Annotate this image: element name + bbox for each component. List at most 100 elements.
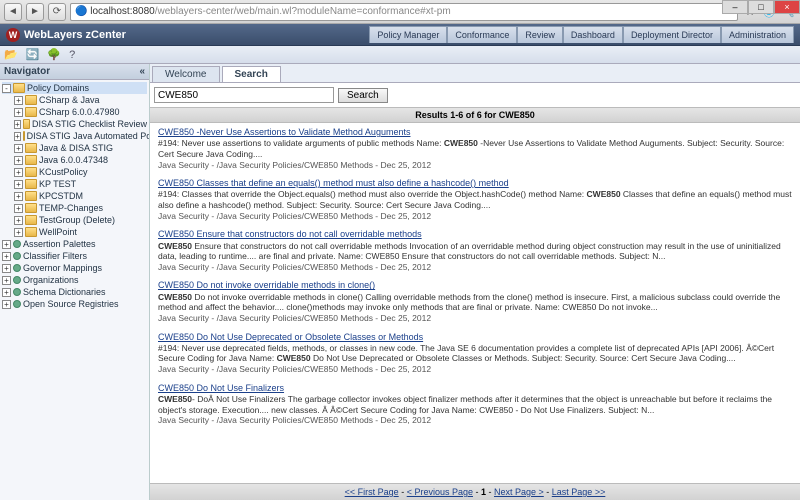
pager-current: 1	[481, 487, 486, 497]
result-title-link[interactable]: CWE850 Classes that define an equals() m…	[158, 178, 509, 188]
expand-toggle-icon[interactable]: +	[14, 216, 23, 225]
search-result: CWE850 -Never Use Assertions to Validate…	[158, 127, 792, 170]
tab-policy-manager[interactable]: Policy Manager	[369, 26, 447, 43]
close-button[interactable]: ×	[774, 0, 800, 14]
back-button[interactable]: ◄	[4, 3, 22, 21]
search-bar: Search	[150, 83, 800, 107]
tree-item[interactable]: +Classifier Filters	[2, 250, 147, 262]
expand-toggle-icon[interactable]: +	[2, 264, 11, 273]
result-path: Java Security - /Java Security Policies/…	[158, 415, 792, 426]
expand-toggle-icon[interactable]: +	[14, 156, 23, 165]
expand-toggle-icon[interactable]: +	[14, 228, 23, 237]
tree-item[interactable]: +KP TEST	[2, 178, 147, 190]
result-path: Java Security - /Java Security Policies/…	[158, 313, 792, 324]
pager-last[interactable]: Last Page >>	[552, 487, 606, 497]
tree-item[interactable]: +DISA STIG Checklist Review	[2, 118, 147, 130]
pager-next[interactable]: Next Page >	[494, 487, 544, 497]
tree-item[interactable]: +KPCSTDM	[2, 190, 147, 202]
expand-toggle-icon[interactable]: +	[14, 96, 23, 105]
tab-deployment-director[interactable]: Deployment Director	[623, 26, 721, 43]
expand-toggle-icon[interactable]: +	[2, 300, 11, 309]
expand-toggle-icon[interactable]: +	[2, 288, 11, 297]
expand-toggle-icon[interactable]: +	[14, 204, 23, 213]
toolbar-help-icon[interactable]: ?	[69, 49, 75, 61]
expand-toggle-icon[interactable]: +	[14, 132, 21, 141]
expand-toggle-icon[interactable]: +	[2, 252, 11, 261]
tree-item[interactable]: + DISA STIG Java Automated Policies v	[2, 130, 147, 142]
pager-prev[interactable]: < Previous Page	[407, 487, 473, 497]
expand-toggle-icon[interactable]: +	[14, 192, 23, 201]
navigator-title: Navigator	[4, 66, 50, 77]
folder-icon	[25, 143, 37, 153]
tree-item[interactable]: +Assertion Palettes	[2, 238, 147, 250]
expand-toggle-icon[interactable]: +	[14, 108, 23, 117]
result-title-link[interactable]: CWE850 -Never Use Assertions to Validate…	[158, 127, 410, 137]
tree-item[interactable]: + TestGroup (Delete)	[2, 214, 147, 226]
search-input[interactable]	[154, 87, 334, 103]
expand-toggle-icon[interactable]: +	[14, 168, 23, 177]
node-icon	[13, 300, 21, 308]
search-button[interactable]: Search	[338, 88, 388, 103]
address-bar[interactable]: 🔵 localhost:8080 /weblayers-center/web/m…	[70, 3, 738, 21]
expand-toggle-icon[interactable]: +	[14, 144, 23, 153]
top-navigation: Policy Manager Conformance Review Dashbo…	[369, 26, 794, 43]
tree-label: Organizations	[23, 275, 79, 285]
result-title-link[interactable]: CWE850 Ensure that constructors do not c…	[158, 229, 422, 239]
forward-button[interactable]: ►	[26, 3, 44, 21]
search-result: CWE850 Classes that define an equals() m…	[158, 178, 792, 221]
reload-button[interactable]: ⟳	[48, 3, 66, 21]
tab-review[interactable]: Review	[517, 26, 563, 43]
tab-dashboard[interactable]: Dashboard	[563, 26, 623, 43]
tree-label: CSharp 6.0.0.47980	[39, 107, 120, 117]
result-title-link[interactable]: CWE850 Do not invoke overridable methods…	[158, 280, 375, 290]
url-host: localhost:8080	[90, 6, 155, 17]
expand-toggle-icon[interactable]: +	[14, 180, 23, 189]
toolbar-tree-icon[interactable]: 🌳	[47, 48, 61, 61]
tree-label: TEMP-Changes	[39, 203, 103, 213]
tree-item[interactable]: +Schema Dictionaries	[2, 286, 147, 298]
tab-conformance[interactable]: Conformance	[447, 26, 517, 43]
tree-root-policy-domains[interactable]: - Policy Domains	[2, 82, 147, 94]
toolbar-open-icon[interactable]: 📂	[4, 48, 18, 61]
results-header: Results 1-6 of 6 for CWE850	[150, 107, 800, 123]
tab-administration[interactable]: Administration	[721, 26, 794, 43]
result-title-link[interactable]: CWE850 Do Not Use Finalizers	[158, 383, 284, 393]
tree-item[interactable]: +Java & DISA STIG	[2, 142, 147, 154]
tree-item[interactable]: +CSharp & Java	[2, 94, 147, 106]
tab-search[interactable]: Search	[222, 66, 281, 82]
tree-item[interactable]: +KCustPolicy	[2, 166, 147, 178]
tree-label: WellPoint	[39, 227, 77, 237]
expand-toggle-icon[interactable]: +	[14, 120, 21, 129]
tree-item[interactable]: +Governor Mappings	[2, 262, 147, 274]
logo-icon: W	[6, 28, 20, 42]
tree-label: DISA STIG Java Automated Policies v	[27, 131, 149, 141]
folder-icon	[25, 167, 37, 177]
expand-toggle-icon[interactable]: +	[2, 240, 11, 249]
tree-item[interactable]: +Java 6.0.0.47348	[2, 154, 147, 166]
expand-toggle-icon[interactable]: +	[2, 276, 11, 285]
node-icon	[13, 276, 21, 284]
result-summary: CWE850 Do not invoke overridable methods…	[158, 292, 792, 313]
tree-label: TestGroup (Delete)	[39, 215, 115, 225]
result-path: Java Security - /Java Security Policies/…	[158, 364, 792, 375]
folder-icon	[25, 227, 37, 237]
tree-item[interactable]: + TEMP-Changes	[2, 202, 147, 214]
navigator-tree: - Policy Domains +CSharp & Java+CSharp 6…	[0, 80, 149, 500]
browser-toolbar: ◄ ► ⟳ 🔵 localhost:8080 /weblayers-center…	[0, 0, 800, 24]
node-icon	[13, 264, 21, 272]
tree-item[interactable]: + Organizations	[2, 274, 147, 286]
folder-icon	[25, 191, 37, 201]
tab-welcome[interactable]: Welcome	[152, 66, 220, 82]
result-summary: #194: Never use deprecated fields, metho…	[158, 343, 792, 364]
result-title-link[interactable]: CWE850 Do Not Use Deprecated or Obsolete…	[158, 332, 423, 342]
pager-first[interactable]: << First Page	[345, 487, 399, 497]
collapse-icon[interactable]: «	[139, 66, 145, 77]
url-scheme-icon: 🔵	[75, 6, 87, 17]
maximize-button[interactable]: □	[748, 0, 774, 14]
tree-item[interactable]: + WellPoint	[2, 226, 147, 238]
tree-item[interactable]: +Open Source Registries	[2, 298, 147, 310]
collapse-toggle-icon[interactable]: -	[2, 84, 11, 93]
minimize-button[interactable]: –	[722, 0, 748, 14]
toolbar-refresh-icon[interactable]: 🔄	[26, 48, 40, 61]
tree-item[interactable]: + CSharp 6.0.0.47980	[2, 106, 147, 118]
